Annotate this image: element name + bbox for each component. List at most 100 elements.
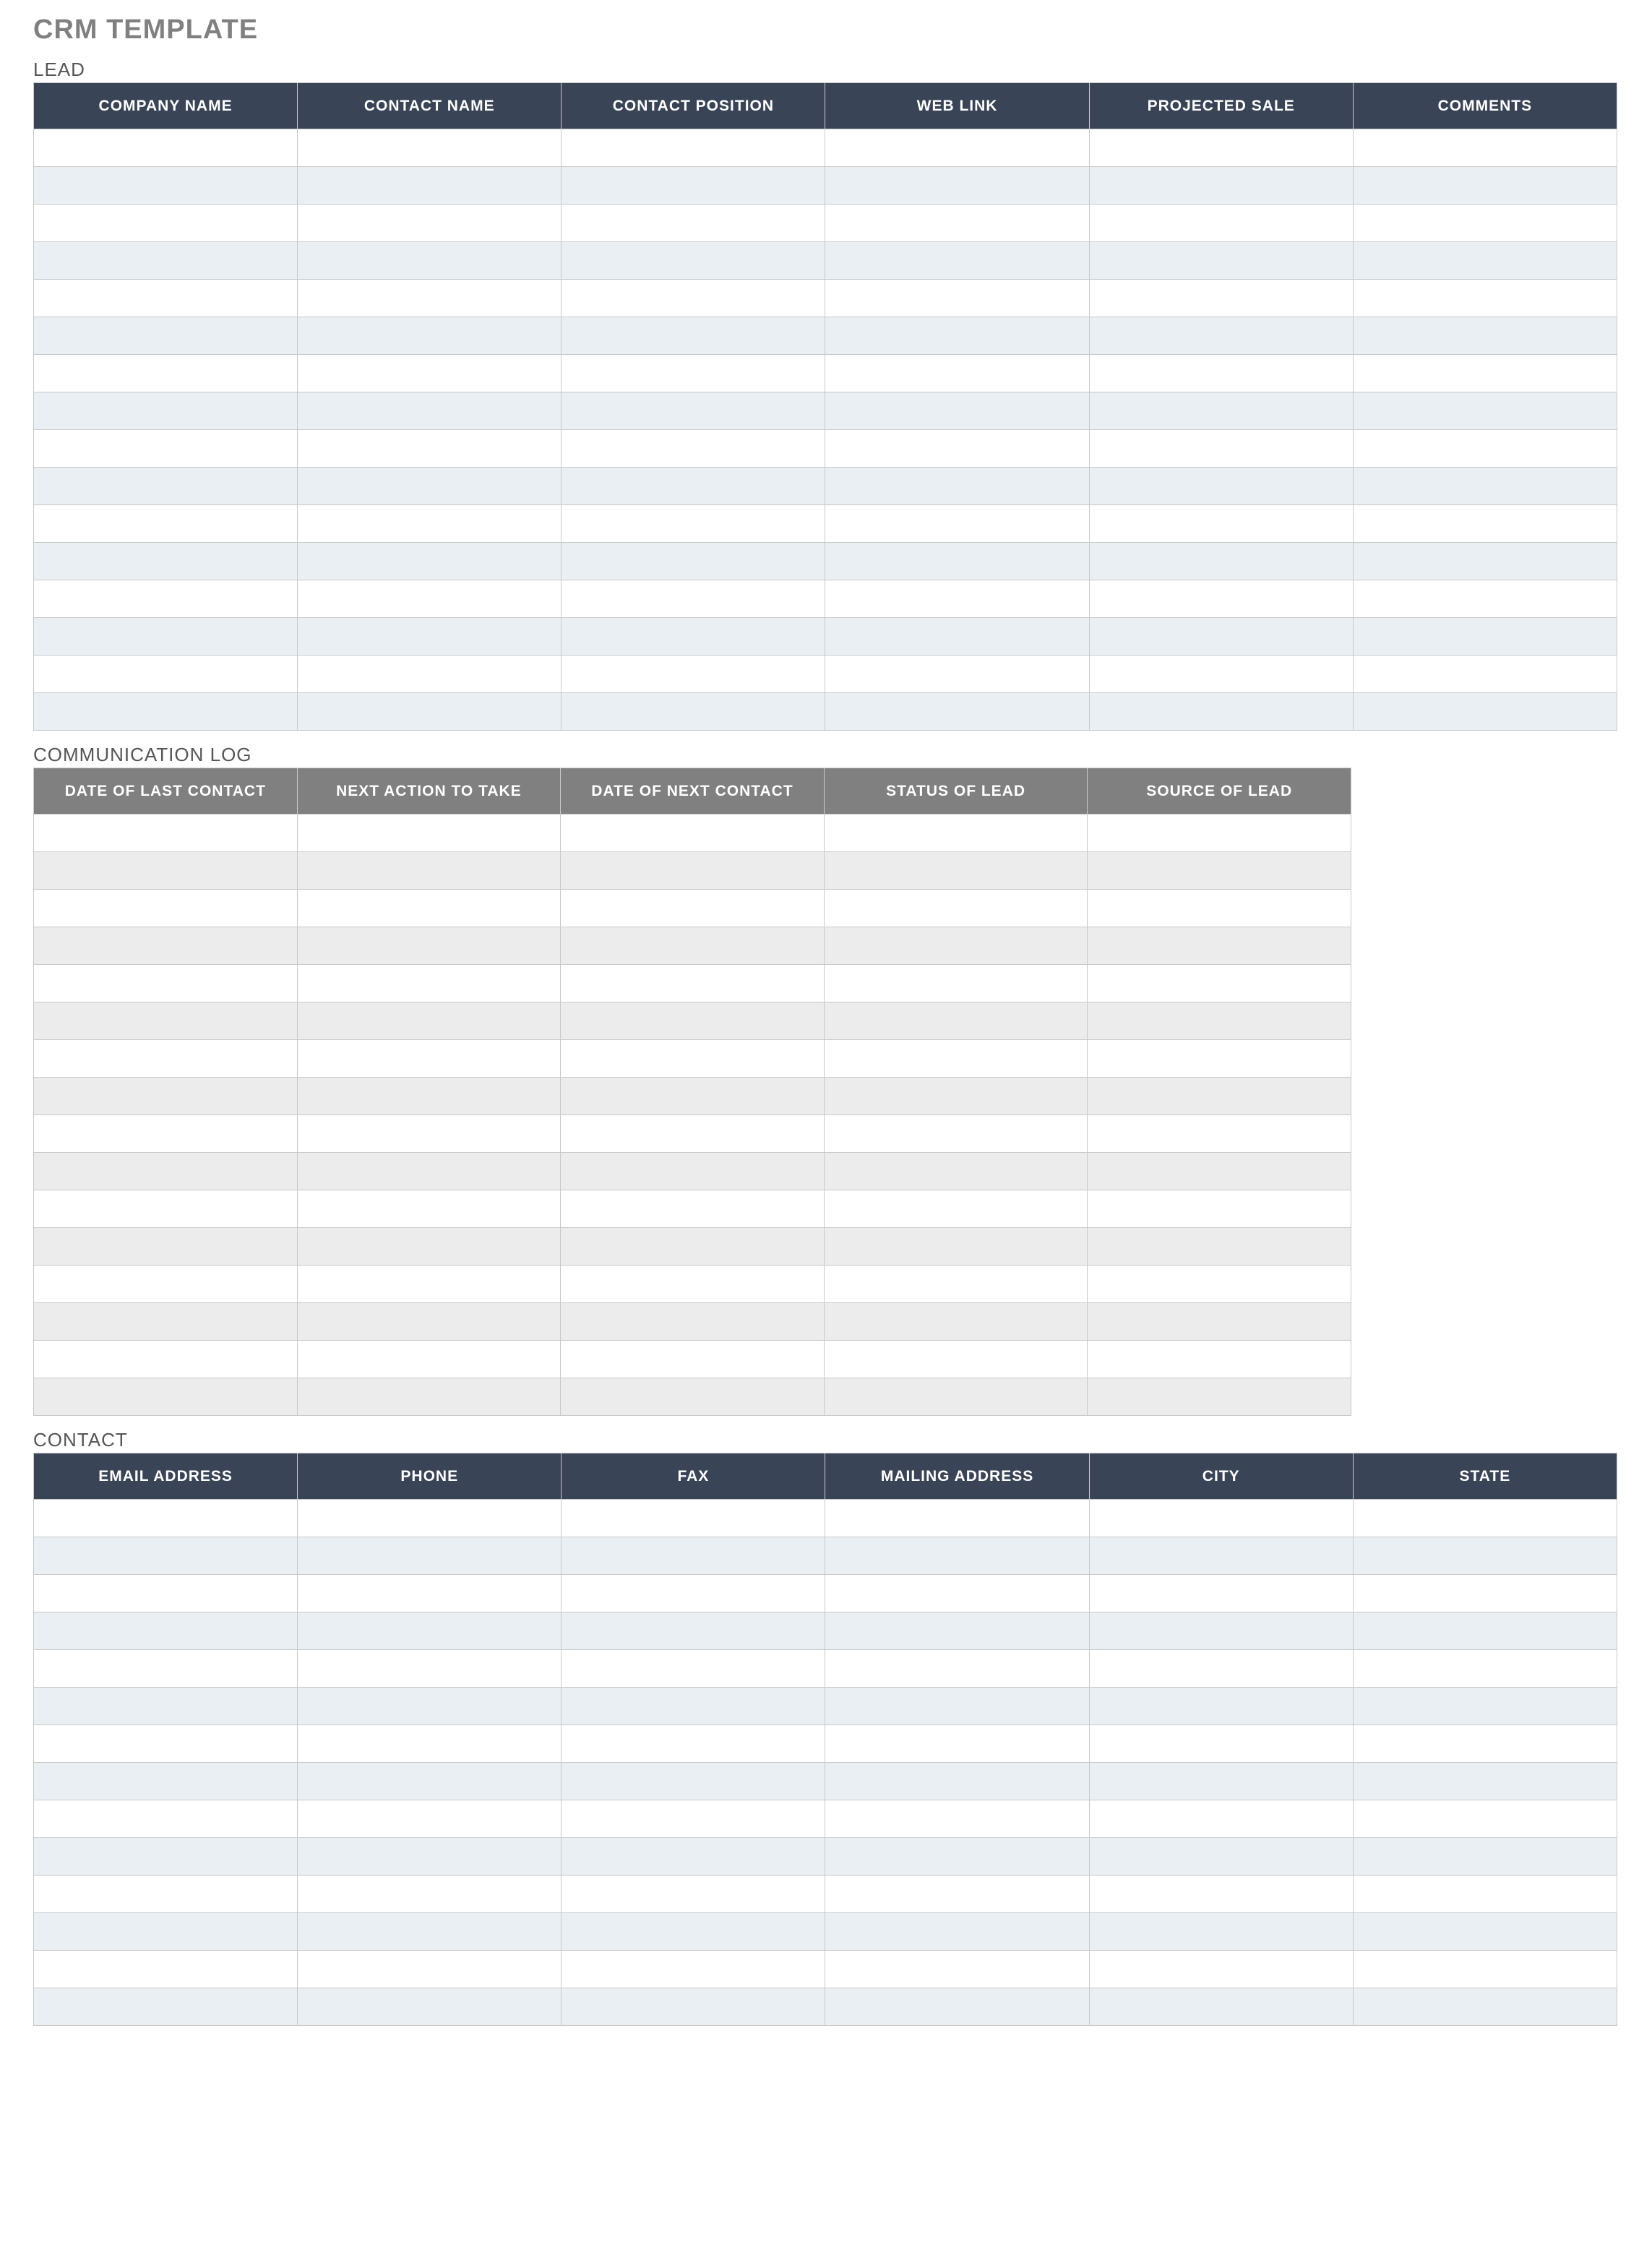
contact-cell[interactable]: [825, 1913, 1089, 1951]
communication-log-cell[interactable]: [34, 852, 298, 890]
communication-log-cell[interactable]: [824, 927, 1088, 965]
communication-log-cell[interactable]: [297, 927, 561, 965]
lead-cell[interactable]: [1353, 355, 1617, 392]
contact-cell[interactable]: [1089, 1951, 1353, 1988]
contact-cell[interactable]: [825, 1688, 1089, 1725]
lead-cell[interactable]: [1353, 580, 1617, 618]
lead-cell[interactable]: [1353, 392, 1617, 430]
lead-cell[interactable]: [1089, 129, 1353, 167]
communication-log-cell[interactable]: [561, 1303, 825, 1341]
contact-cell[interactable]: [825, 1537, 1089, 1575]
communication-log-cell[interactable]: [561, 1153, 825, 1190]
communication-log-cell[interactable]: [824, 965, 1088, 1002]
communication-log-cell[interactable]: [34, 1115, 298, 1153]
communication-log-cell[interactable]: [297, 1266, 561, 1303]
contact-cell[interactable]: [1353, 1725, 1617, 1763]
lead-cell[interactable]: [34, 392, 298, 430]
lead-cell[interactable]: [825, 242, 1089, 280]
contact-cell[interactable]: [298, 1988, 562, 2026]
communication-log-cell[interactable]: [34, 1303, 298, 1341]
lead-cell[interactable]: [562, 693, 825, 731]
communication-log-cell[interactable]: [561, 852, 825, 890]
contact-cell[interactable]: [825, 1988, 1089, 2026]
contact-cell[interactable]: [562, 1500, 825, 1537]
lead-cell[interactable]: [825, 693, 1089, 731]
lead-cell[interactable]: [562, 656, 825, 693]
lead-cell[interactable]: [825, 580, 1089, 618]
communication-log-cell[interactable]: [824, 1228, 1088, 1266]
contact-cell[interactable]: [1089, 1612, 1353, 1650]
lead-cell[interactable]: [562, 205, 825, 242]
contact-cell[interactable]: [298, 1537, 562, 1575]
communication-log-cell[interactable]: [297, 1040, 561, 1078]
contact-cell[interactable]: [1089, 1537, 1353, 1575]
lead-cell[interactable]: [825, 280, 1089, 317]
lead-cell[interactable]: [562, 242, 825, 280]
lead-cell[interactable]: [825, 656, 1089, 693]
lead-cell[interactable]: [1089, 167, 1353, 205]
contact-cell[interactable]: [1089, 1988, 1353, 2026]
lead-cell[interactable]: [34, 205, 298, 242]
lead-cell[interactable]: [34, 505, 298, 543]
communication-log-cell[interactable]: [1088, 1040, 1351, 1078]
lead-cell[interactable]: [1353, 317, 1617, 355]
contact-cell[interactable]: [298, 1650, 562, 1688]
contact-cell[interactable]: [34, 1951, 298, 1988]
communication-log-cell[interactable]: [34, 1078, 298, 1115]
lead-cell[interactable]: [1089, 430, 1353, 468]
communication-log-cell[interactable]: [824, 1341, 1088, 1378]
communication-log-cell[interactable]: [297, 1378, 561, 1416]
lead-cell[interactable]: [825, 468, 1089, 505]
lead-cell[interactable]: [298, 618, 562, 656]
contact-cell[interactable]: [1089, 1876, 1353, 1913]
lead-cell[interactable]: [1353, 543, 1617, 580]
communication-log-cell[interactable]: [561, 1228, 825, 1266]
lead-cell[interactable]: [298, 543, 562, 580]
communication-log-cell[interactable]: [1088, 890, 1351, 927]
contact-cell[interactable]: [562, 1575, 825, 1612]
communication-log-cell[interactable]: [297, 1002, 561, 1040]
lead-cell[interactable]: [825, 205, 1089, 242]
communication-log-cell[interactable]: [34, 1341, 298, 1378]
lead-cell[interactable]: [298, 242, 562, 280]
contact-cell[interactable]: [825, 1876, 1089, 1913]
lead-cell[interactable]: [298, 392, 562, 430]
communication-log-cell[interactable]: [1088, 927, 1351, 965]
contact-cell[interactable]: [1353, 1612, 1617, 1650]
contact-cell[interactable]: [1353, 1913, 1617, 1951]
contact-cell[interactable]: [1089, 1575, 1353, 1612]
lead-cell[interactable]: [1089, 468, 1353, 505]
contact-cell[interactable]: [1089, 1800, 1353, 1838]
contact-cell[interactable]: [562, 1838, 825, 1876]
lead-cell[interactable]: [298, 430, 562, 468]
contact-cell[interactable]: [298, 1951, 562, 1988]
contact-cell[interactable]: [562, 1650, 825, 1688]
lead-cell[interactable]: [562, 618, 825, 656]
lead-cell[interactable]: [1089, 355, 1353, 392]
communication-log-cell[interactable]: [297, 1341, 561, 1378]
communication-log-cell[interactable]: [1088, 1115, 1351, 1153]
lead-cell[interactable]: [562, 280, 825, 317]
contact-cell[interactable]: [34, 1537, 298, 1575]
contact-cell[interactable]: [1089, 1688, 1353, 1725]
contact-cell[interactable]: [34, 1612, 298, 1650]
lead-cell[interactable]: [34, 468, 298, 505]
communication-log-cell[interactable]: [824, 1378, 1088, 1416]
contact-cell[interactable]: [1353, 1951, 1617, 1988]
lead-cell[interactable]: [825, 543, 1089, 580]
lead-cell[interactable]: [1353, 430, 1617, 468]
communication-log-cell[interactable]: [34, 1190, 298, 1228]
contact-cell[interactable]: [562, 1951, 825, 1988]
lead-cell[interactable]: [825, 167, 1089, 205]
lead-cell[interactable]: [562, 505, 825, 543]
contact-cell[interactable]: [1353, 1575, 1617, 1612]
communication-log-cell[interactable]: [1088, 852, 1351, 890]
contact-cell[interactable]: [562, 1800, 825, 1838]
contact-cell[interactable]: [1089, 1500, 1353, 1537]
contact-cell[interactable]: [562, 1688, 825, 1725]
contact-cell[interactable]: [1089, 1725, 1353, 1763]
communication-log-cell[interactable]: [824, 1002, 1088, 1040]
contact-cell[interactable]: [562, 1913, 825, 1951]
contact-cell[interactable]: [34, 1838, 298, 1876]
communication-log-cell[interactable]: [824, 1266, 1088, 1303]
